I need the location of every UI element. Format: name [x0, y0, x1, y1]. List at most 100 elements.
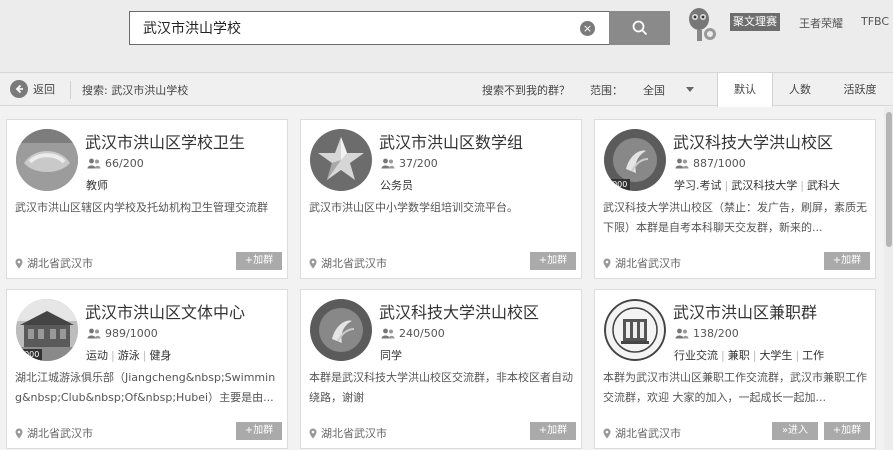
- member-count: 887/1000: [675, 157, 746, 170]
- tag-separator: |: [111, 349, 115, 362]
- group-description: 武汉科技大学洪山校区（禁止：发广告，刷屏，素质无下限）本群是自考本科聊天交友群，…: [603, 201, 867, 234]
- group-tags: 学习.考试 | 武汉科技大学 | 武科大: [674, 177, 870, 193]
- group-avatar-icon: [16, 129, 78, 191]
- members-icon: [381, 328, 395, 339]
- tag: 教师: [86, 179, 108, 192]
- group-location: 湖北省武汉市: [15, 255, 93, 271]
- member-count: 66/200: [87, 157, 144, 170]
- member-count: 138/200: [675, 327, 739, 340]
- group-title[interactable]: 武汉科技大学洪山校区: [673, 129, 833, 153]
- range-label: 范围：: [590, 84, 623, 97]
- divider: [70, 81, 71, 99]
- group-card[interactable]: 1000 武汉市洪山区文体中心 989/1000 运动 | 游泳 | 健身 湖北江城游泳…: [6, 289, 288, 449]
- member-count: 240/500: [381, 327, 445, 340]
- members-icon: [381, 158, 395, 169]
- group-level-badge: 1000: [16, 349, 43, 361]
- location-pin-icon: [309, 258, 317, 268]
- location-pin-icon: [603, 258, 611, 268]
- group-title[interactable]: 武汉市洪山区文体中心: [85, 299, 245, 323]
- join-group-button[interactable]: +加群: [236, 252, 282, 270]
- search-box[interactable]: ×: [129, 11, 609, 45]
- tag-separator: |: [795, 349, 800, 362]
- search-input[interactable]: [143, 20, 563, 36]
- group-description: 本群是武汉科技大学洪山校区交流群，非本校区者自动绕路，谢谢: [309, 371, 573, 404]
- location-pin-icon: [603, 428, 611, 438]
- group-tags: 行业交流 | 兼职 | 大学生 | 工作: [674, 347, 870, 363]
- tag-separator: |: [752, 349, 757, 362]
- nav-link-tfbc[interactable]: TFBC: [861, 15, 889, 28]
- nav-link-honor-of-kings[interactable]: 王者荣耀: [799, 15, 843, 31]
- join-group-button[interactable]: +加群: [824, 422, 870, 440]
- group-title[interactable]: 武汉市洪山区学校卫生: [85, 129, 245, 153]
- back-button[interactable]: 返回: [10, 80, 55, 98]
- tag: 武科大: [806, 179, 840, 192]
- members-icon: [87, 328, 101, 339]
- group-location: 湖北省武汉市: [309, 255, 387, 271]
- avatar: [16, 129, 78, 191]
- university-emblem-icon: [310, 299, 372, 361]
- member-count-value: 240/500: [399, 327, 445, 340]
- group-card[interactable]: 武汉市洪山区数学组 37/200 公务员 武汉市洪山区中小学数学组培训交流平台。…: [300, 119, 582, 279]
- member-count-value: 887/1000: [693, 157, 746, 170]
- group-card[interactable]: 1000 武汉科技大学洪山校区 887/1000 学习.考试 | 武汉科技大学 | 武科…: [594, 119, 876, 279]
- back-arrow-icon: [10, 80, 28, 98]
- members-icon: [87, 158, 101, 169]
- clear-search-icon[interactable]: ×: [580, 21, 595, 36]
- join-group-button[interactable]: +加群: [824, 252, 870, 270]
- sort-tab-default[interactable]: 默认: [717, 73, 773, 107]
- star-icon: [310, 129, 372, 191]
- group-description: 武汉市洪山区辖区内学校及托幼机构卫生管理交流群: [15, 201, 268, 214]
- sort-tab-activity[interactable]: 活跃度: [827, 73, 893, 106]
- tag-separator: |: [800, 179, 804, 192]
- group-card[interactable]: 武汉科技大学洪山校区 240/500 同学 本群是武汉科技大学洪山校区交流群，非…: [300, 289, 582, 449]
- avatar: 1000: [604, 129, 666, 191]
- tag-separator: |: [142, 349, 147, 362]
- location-pin-icon: [309, 428, 317, 438]
- location-text: 湖北省武汉市: [27, 257, 93, 270]
- mascot-icon[interactable]: [684, 6, 718, 44]
- group-tags: 公务员: [380, 177, 576, 193]
- range-select[interactable]: 全国: [643, 82, 665, 98]
- member-count: 37/200: [381, 157, 438, 170]
- tag: 兼职: [727, 349, 750, 362]
- group-tags: 运动 | 游泳 | 健身: [86, 347, 282, 363]
- sort-tab-members[interactable]: 人数: [773, 73, 827, 106]
- group-title[interactable]: 武汉市洪山区兼职群: [673, 299, 817, 323]
- scrollbar-thumb[interactable]: [886, 112, 892, 247]
- member-count-value: 37/200: [399, 157, 438, 170]
- group-title[interactable]: 武汉市洪山区数学组: [379, 129, 523, 153]
- tag: 健身: [149, 349, 172, 362]
- group-card[interactable]: 武汉市洪山区兼职群 138/200 行业交流 | 兼职 | 大学生 | 工作 本群为武汉市洪…: [594, 289, 876, 449]
- tag-separator: |: [721, 349, 725, 362]
- tag: 大学生: [759, 349, 793, 362]
- tag: 学习.考试: [674, 179, 722, 192]
- search-summary: 搜索: 武汉市洪山学校: [82, 84, 189, 97]
- group-tags: 教师: [86, 177, 282, 193]
- tag: 同学: [380, 349, 402, 362]
- search-icon: [632, 20, 647, 36]
- avatar: 1000: [16, 299, 78, 361]
- enter-group-button[interactable]: »进入: [772, 422, 818, 440]
- group-title[interactable]: 武汉科技大学洪山校区: [379, 299, 539, 323]
- featured-badge[interactable]: 聚文理赛: [730, 13, 780, 31]
- join-group-button[interactable]: +加群: [530, 422, 576, 440]
- not-found-link[interactable]: 搜索不到我的群？: [482, 82, 570, 98]
- location-text: 湖北省武汉市: [615, 427, 681, 440]
- tag: 游泳: [117, 349, 140, 362]
- search-button[interactable]: [609, 11, 670, 45]
- join-group-button[interactable]: +加群: [236, 422, 282, 440]
- group-card[interactable]: 武汉市洪山区学校卫生 66/200 教师 武汉市洪山区辖区内学校及托幼机构卫生管…: [6, 119, 288, 279]
- avatar: [310, 129, 372, 191]
- location-pin-icon: [15, 428, 23, 438]
- group-location: 湖北省武汉市: [309, 425, 387, 441]
- avatar: [310, 299, 372, 361]
- tag: 武汉科技大学: [731, 179, 798, 192]
- location-text: 湖北省武汉市: [321, 257, 387, 270]
- back-label: 返回: [33, 83, 55, 96]
- group-tags: 同学: [380, 347, 576, 363]
- location-pin-icon: [15, 258, 23, 268]
- member-count-value: 989/1000: [105, 327, 158, 340]
- chevron-down-icon[interactable]: [686, 87, 694, 92]
- group-description: 本群为武汉市洪山区兼职工作交流群，武汉市兼职工作交流群，欢迎 大家的加入，一起成…: [603, 371, 867, 404]
- join-group-button[interactable]: +加群: [530, 252, 576, 270]
